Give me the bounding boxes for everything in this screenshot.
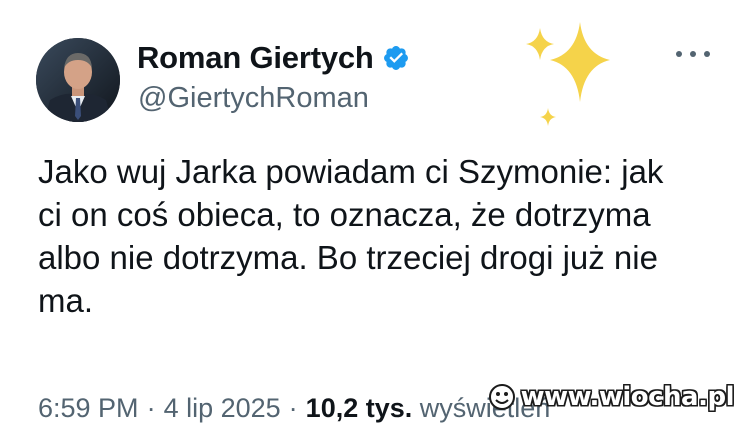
more-dot-icon: [704, 51, 710, 57]
author-display-name[interactable]: Roman Giertych: [137, 38, 374, 78]
author-handle[interactable]: @GiertychRoman: [138, 80, 369, 116]
watermark-text: www.wiocha.pl: [520, 382, 735, 412]
tweet-text-line: albo nie dotrzyma. Bo trzeciej drogi już…: [38, 239, 658, 276]
views-count: 10,2 tys.: [305, 393, 413, 423]
meta-separator: ·: [288, 393, 298, 423]
watermark-face-icon: [488, 384, 515, 410]
more-dot-icon: [690, 51, 696, 57]
watermark: www.wiocha.pl: [487, 382, 735, 412]
tweet-date[interactable]: 4 lip 2025: [164, 393, 281, 423]
tweet-text-line: ma.: [38, 282, 94, 319]
author-name-row: Roman Giertych: [137, 38, 410, 78]
more-options-button[interactable]: [676, 44, 710, 64]
tweet-text-line: Jako wuj Jarka powiadam ci Szymonie: jak: [38, 153, 664, 190]
verified-badge-icon: [382, 44, 410, 72]
avatar[interactable]: [36, 38, 120, 122]
tweet-text: Jako wuj Jarka powiadam ci Szymonie: jak…: [38, 150, 728, 322]
sparkles-icon: [526, 22, 610, 126]
tweet-text-line: ci on coś obieca, to oznacza, że dotrzym…: [38, 196, 651, 233]
tweet-time[interactable]: 6:59 PM: [38, 393, 139, 423]
more-dot-icon: [676, 51, 682, 57]
tweet-meta: 6:59 PM · 4 lip 2025 · 10,2 tys. wyświetleń: [38, 390, 550, 426]
meta-separator: ·: [146, 393, 156, 423]
